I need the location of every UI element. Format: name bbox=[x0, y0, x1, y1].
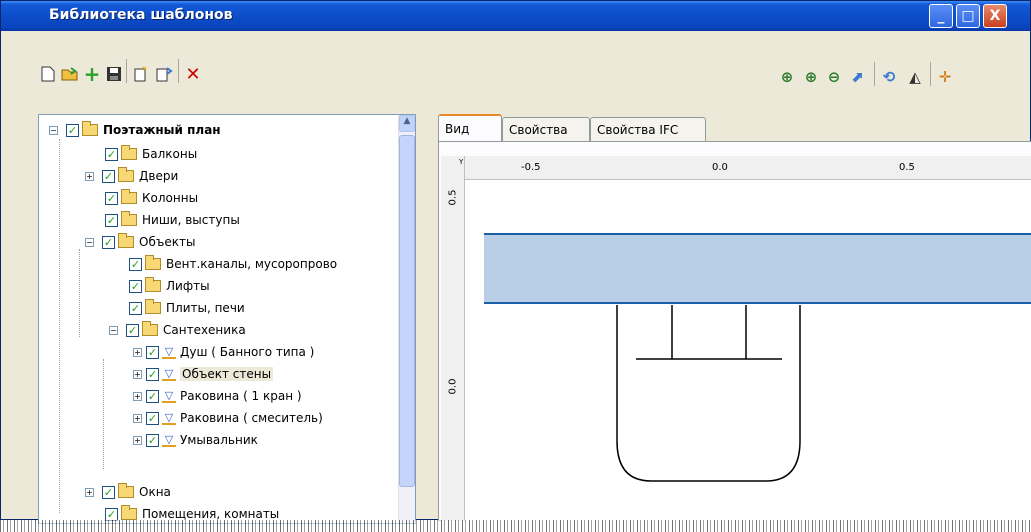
ruler-tick-label: 0.5 bbox=[447, 189, 459, 206]
ruler-left: 0.5 0.0 Y bbox=[441, 156, 465, 521]
axis-y-label: Y bbox=[459, 158, 464, 166]
ruler-tick-label: 0.5 bbox=[899, 162, 915, 173]
ruler-top: -0.5 0.0 0.5 bbox=[441, 156, 1031, 180]
ruler-tick-label: 0.0 bbox=[712, 162, 728, 173]
template-library-window: Библиотека шаблонов _ □ X + ✕ ⊕ ⊕ ⊖ ⬈ ⟲ … bbox=[0, 0, 1031, 524]
bottom-edge bbox=[0, 520, 1031, 532]
object-drawing bbox=[616, 305, 801, 482]
ruler-tick-label: -0.5 bbox=[521, 162, 541, 173]
ruler-tick-label: 0.0 bbox=[447, 378, 459, 395]
